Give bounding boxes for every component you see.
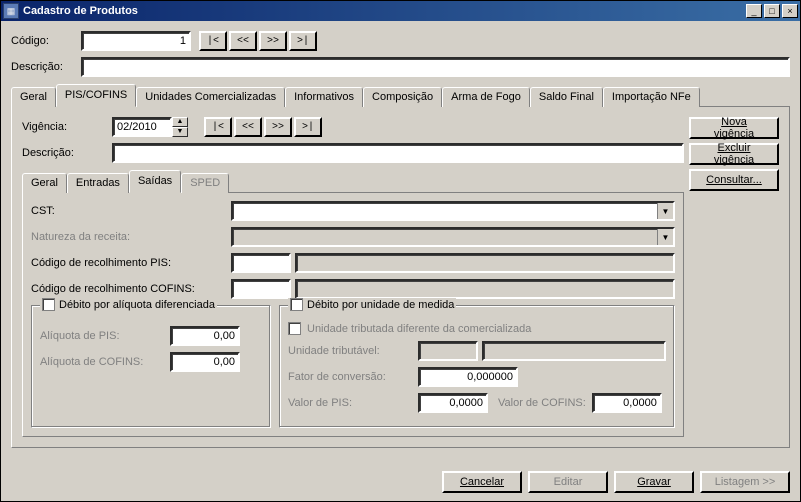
chk-unidade-dif xyxy=(288,322,301,335)
vig-descricao-input[interactable] xyxy=(112,143,684,163)
cst-select[interactable]: ▼ xyxy=(231,201,675,221)
tab-saldofinal[interactable]: Saldo Final xyxy=(530,87,603,107)
main-tabstrip: Geral PIS/COFINS Unidades Comercializada… xyxy=(11,83,790,107)
valcofins-label: Valor de COFINS: xyxy=(498,397,586,409)
listagem-button: Listagem >> xyxy=(700,471,790,493)
cst-label: CST: xyxy=(31,205,231,217)
vigencia-down-button[interactable]: ▼ xyxy=(172,127,188,137)
codigo-label: Código: xyxy=(11,35,81,47)
editar-button: Editar xyxy=(528,471,608,493)
vigencia-label: Vigência: xyxy=(22,121,112,133)
dropdown-icon[interactable]: ▼ xyxy=(657,203,673,219)
natureza-select: ▼ xyxy=(231,227,675,247)
valcofins-input xyxy=(592,393,662,413)
vigencia-spin[interactable]: ▲ ▼ xyxy=(112,117,188,137)
dropdown-icon: ▼ xyxy=(657,229,673,245)
nav-prev-button[interactable]: << xyxy=(229,31,257,51)
legend-unidade: Débito por unidade de medida xyxy=(307,299,454,311)
titlebar: ▦ Cadastro de Produtos _ □ × xyxy=(1,1,800,21)
cod-pis-input[interactable] xyxy=(231,253,291,273)
window: ▦ Cadastro de Produtos _ □ × Código: |< … xyxy=(0,0,801,502)
chk-unidade-dif-label: Unidade tributada diferente da comercial… xyxy=(307,323,531,335)
chk-unidade[interactable] xyxy=(290,298,303,311)
subtab-geral[interactable]: Geral xyxy=(22,173,67,193)
codigo-input[interactable] xyxy=(81,31,191,51)
nova-vigencia-button[interactable]: Nova vigência xyxy=(689,117,779,139)
tab-geral[interactable]: Geral xyxy=(11,87,56,107)
descricao-label: Descrição: xyxy=(11,61,81,73)
record-nav: |< << >> >| xyxy=(199,31,317,51)
cod-cofins-display xyxy=(295,279,675,299)
tab-informativos[interactable]: Informativos xyxy=(285,87,363,107)
vigencia-input[interactable] xyxy=(112,117,172,137)
subtab-entradas[interactable]: Entradas xyxy=(67,173,129,193)
sub-tabpanel: CST: ▼ Natureza da receita: ▼ Código de … xyxy=(22,193,684,437)
minimize-button[interactable]: _ xyxy=(746,4,762,18)
valpis-label: Valor de PIS: xyxy=(288,397,418,409)
group-aliquota: Débito por alíquota diferenciada Alíquot… xyxy=(31,305,271,428)
vig-nav-first-button[interactable]: |< xyxy=(204,117,232,137)
maximize-button[interactable]: □ xyxy=(764,4,780,18)
footer: Cancelar Editar Gravar Listagem >> xyxy=(1,471,800,501)
tab-unidades[interactable]: Unidades Comercializadas xyxy=(136,87,285,107)
descricao-input[interactable] xyxy=(81,57,790,77)
nav-next-button[interactable]: >> xyxy=(259,31,287,51)
cod-pis-label: Código de recolhimento PIS: xyxy=(31,257,231,269)
cod-pis-display xyxy=(295,253,675,273)
cancelar-button[interactable]: Cancelar xyxy=(442,471,522,493)
valpis-input xyxy=(418,393,488,413)
pis-aliq-label: Alíquota de PIS: xyxy=(40,330,170,342)
vigencia-side-buttons: Nova vigência Excluir vigência Consultar… xyxy=(689,117,779,191)
sub-tabstrip: Geral Entradas Saídas SPED xyxy=(22,169,684,193)
natureza-label: Natureza da receita: xyxy=(31,231,231,243)
close-button[interactable]: × xyxy=(782,4,798,18)
vig-nav-prev-button[interactable]: << xyxy=(234,117,262,137)
tab-composicao[interactable]: Composição xyxy=(363,87,442,107)
unidade-trib-label: Unidade tributável: xyxy=(288,345,418,357)
group-unidade: Débito por unidade de medida Unidade tri… xyxy=(279,305,675,428)
cod-cofins-label: Código de recolhimento COFINS: xyxy=(31,283,231,295)
fator-label: Fator de conversão: xyxy=(288,371,418,383)
chk-aliquota[interactable] xyxy=(42,298,55,311)
vig-descricao-label: Descrição: xyxy=(22,147,112,159)
cofins-aliq-input xyxy=(170,352,240,372)
excluir-vigencia-button[interactable]: Excluir vigência xyxy=(689,143,779,165)
unidade-trib-desc xyxy=(482,341,666,361)
legend-aliquota: Débito por alíquota diferenciada xyxy=(59,299,215,311)
nav-first-button[interactable]: |< xyxy=(199,31,227,51)
app-icon: ▦ xyxy=(3,3,19,19)
subtab-saidas[interactable]: Saídas xyxy=(129,170,181,193)
cofins-aliq-label: Alíquota de COFINS: xyxy=(40,356,170,368)
consultar-button[interactable]: Consultar... xyxy=(689,169,779,191)
cod-cofins-input[interactable] xyxy=(231,279,291,299)
fator-input xyxy=(418,367,518,387)
vig-nav-last-button[interactable]: >| xyxy=(294,117,322,137)
tab-importacaonfe[interactable]: Importação NFe xyxy=(603,87,700,107)
vigencia-nav: |< << >> >| xyxy=(204,117,322,137)
window-title: Cadastro de Produtos xyxy=(23,5,746,17)
vig-nav-next-button[interactable]: >> xyxy=(264,117,292,137)
gravar-button[interactable]: Gravar xyxy=(614,471,694,493)
subtab-sped: SPED xyxy=(181,173,229,193)
unidade-trib-code xyxy=(418,341,478,361)
nav-last-button[interactable]: >| xyxy=(289,31,317,51)
vigencia-up-button[interactable]: ▲ xyxy=(172,117,188,127)
main-tabpanel: Nova vigência Excluir vigência Consultar… xyxy=(11,107,790,448)
tab-armadefogo[interactable]: Arma de Fogo xyxy=(442,87,530,107)
tab-piscofins[interactable]: PIS/COFINS xyxy=(56,84,136,107)
pis-aliq-input xyxy=(170,326,240,346)
client-area: Código: |< << >> >| Descrição: Geral PIS… xyxy=(1,21,800,471)
